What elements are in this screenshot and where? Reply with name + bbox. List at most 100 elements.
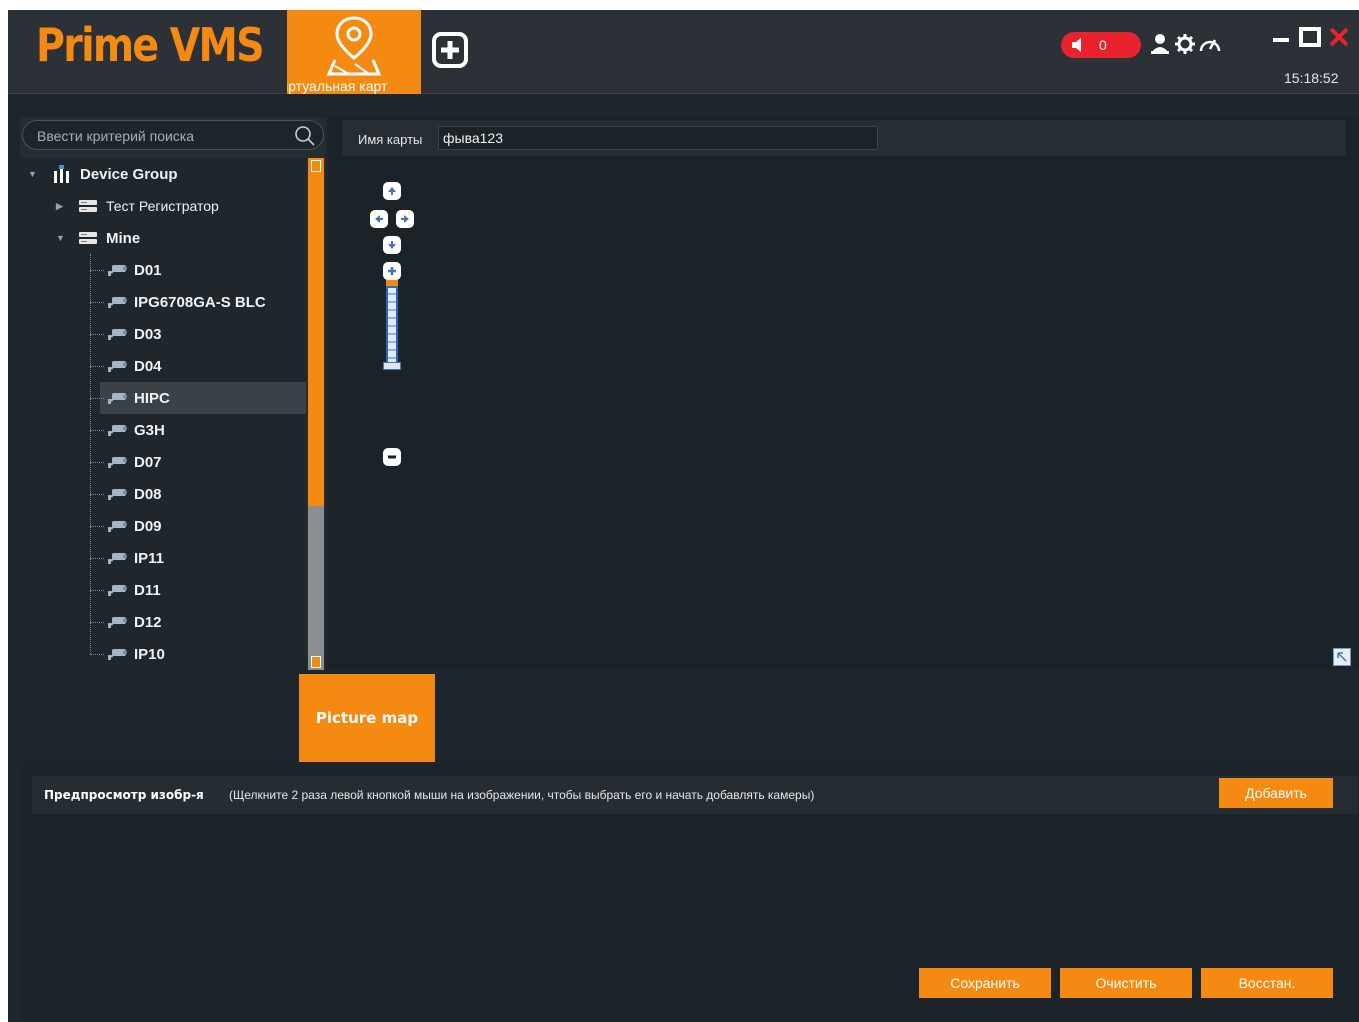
camera-icon (106, 295, 128, 313)
close-icon[interactable] (1328, 26, 1350, 48)
expand-arrow-icon[interactable]: ▼ (56, 233, 65, 243)
tree-device-item[interactable]: G3H (100, 414, 306, 446)
camera-icon (106, 423, 128, 441)
tab-picture-map[interactable]: Picture map (299, 674, 435, 762)
tree-device-label: IP11 (134, 549, 165, 567)
tree-device-item[interactable]: D01 (100, 254, 306, 286)
camera-icon (106, 487, 128, 505)
clock: 15:18:52 (1284, 70, 1339, 86)
camera-icon (106, 359, 128, 377)
tree-device-item[interactable]: IP11 (100, 542, 306, 574)
zoom-out-button[interactable] (383, 448, 401, 466)
expand-arrow-icon (1337, 652, 1347, 662)
speaker-icon (1072, 38, 1081, 52)
device-sidebar: ▼ Device Group ▶ Тест Регистратор (20, 118, 326, 670)
save-button[interactable]: Сохранить (919, 968, 1051, 998)
scrollbar-thumb[interactable] (308, 158, 324, 506)
map-name-input[interactable] (438, 126, 878, 150)
search-box (22, 120, 324, 150)
tree-device-item[interactable]: D03 (100, 318, 306, 350)
tree-device-label: D11 (134, 581, 161, 599)
tree-device-label: D09 (134, 517, 162, 535)
search-icon[interactable] (293, 124, 317, 148)
tree-device-item[interactable]: D04 (100, 350, 306, 382)
arrow-down-icon (388, 241, 396, 249)
tab-virtual-map-label: Виртуальная карт (287, 78, 388, 94)
camera-icon (106, 327, 128, 345)
overview-toggle-button[interactable] (1333, 648, 1351, 666)
tree-device-label: D12 (134, 613, 162, 631)
image-preview-panel: Предпросмотр изобр-я (Щелкните 2 раза ле… (20, 762, 1359, 1022)
pan-right-button[interactable] (396, 210, 414, 228)
map-name-bar: Имя карты (342, 120, 1346, 156)
zoom-slider[interactable] (386, 286, 398, 368)
zoom-slider-handle[interactable] (383, 362, 401, 370)
tree-device-label: IP10 (134, 645, 165, 663)
device-group-icon (54, 165, 69, 183)
alarm-count: 0 (1099, 37, 1107, 53)
user-icon[interactable] (1148, 32, 1172, 56)
speedometer-icon[interactable] (1198, 32, 1222, 56)
tree-device-label: D04 (134, 357, 162, 375)
camera-icon (106, 391, 128, 409)
tree-device-label: D07 (134, 453, 162, 471)
tree-device-label: G3H (134, 421, 165, 439)
tree-device-item[interactable]: D07 (100, 446, 306, 478)
add-button[interactable]: Добавить (1219, 778, 1333, 808)
tree-device-item[interactable]: D12 (100, 606, 306, 638)
tree-device-label: D08 (134, 485, 162, 503)
zoom-ticks (388, 293, 396, 359)
camera-icon (106, 647, 128, 665)
tree-device-item[interactable]: D09 (100, 510, 306, 542)
plus-icon (388, 267, 396, 275)
zoom-in-button[interactable] (383, 262, 401, 280)
tree-device-item[interactable]: HIPC (100, 382, 306, 414)
camera-icon (106, 583, 128, 601)
alarm-badge[interactable]: 0 (1061, 32, 1141, 58)
camera-icon (106, 263, 128, 281)
arrow-left-icon (375, 215, 383, 223)
tree-root-device-group[interactable]: ▼ Device Group (20, 158, 306, 190)
restore-button[interactable]: Восстан. (1201, 968, 1333, 998)
pan-down-button[interactable] (383, 236, 401, 254)
map-canvas[interactable]: Имя карты (328, 118, 1359, 670)
tree-device-label: HIPC (134, 389, 170, 407)
tree-device-label: D03 (134, 325, 162, 343)
scroll-up-icon[interactable] (311, 160, 321, 172)
add-tab-icon[interactable] (430, 30, 470, 70)
maximize-icon[interactable] (1299, 26, 1321, 48)
expand-arrow-icon[interactable]: ▼ (28, 169, 37, 179)
tree-root-label: Device Group (80, 165, 178, 183)
minus-icon (388, 455, 396, 459)
tree-group-label: Тест Регистратор (106, 198, 219, 214)
minimize-icon[interactable] (1270, 26, 1292, 48)
tree-device-item[interactable]: IP10 (100, 638, 306, 670)
preview-title: Предпросмотр изобр-я (44, 788, 204, 802)
tab-virtual-map[interactable]: Виртуальная карт (287, 10, 421, 94)
tree-scrollbar[interactable] (308, 158, 324, 670)
map-pin-icon (326, 16, 382, 76)
recorder-icon (79, 200, 97, 212)
scroll-down-icon[interactable] (311, 656, 321, 668)
tree-group-test-recorder[interactable]: ▶ Тест Регистратор (20, 190, 306, 222)
app-logo: Prime VMS (36, 18, 265, 72)
arrow-up-icon (388, 187, 396, 195)
clear-button[interactable]: Очистить (1060, 968, 1192, 998)
tree-group-mine[interactable]: ▼ Mine (20, 222, 306, 254)
collapse-arrow-icon[interactable]: ▶ (56, 201, 63, 212)
tree-device-label: D01 (134, 261, 162, 279)
preview-header: Предпросмотр изобр-я (Щелкните 2 раза ле… (32, 776, 1358, 814)
recorder-icon (79, 232, 97, 244)
tree-device-item[interactable]: IPG6708GA-S BLC (100, 286, 306, 318)
tree-device-item[interactable]: D11 (100, 574, 306, 606)
preview-hint: (Щелкните 2 раза левой кнопкой мыши на и… (229, 788, 815, 802)
map-type-strip (20, 672, 1359, 760)
tree-device-label: IPG6708GA-S BLC (134, 293, 266, 311)
map-name-label: Имя карты (358, 132, 423, 147)
pan-up-button[interactable] (383, 182, 401, 200)
tree-device-item[interactable]: D08 (100, 478, 306, 510)
gear-icon[interactable] (1173, 32, 1197, 56)
search-input[interactable] (37, 126, 287, 146)
camera-icon (106, 615, 128, 633)
pan-left-button[interactable] (370, 210, 388, 228)
